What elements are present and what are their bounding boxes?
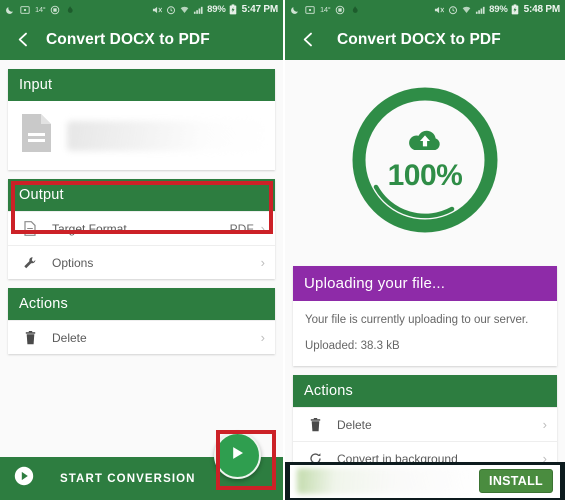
upload-status-body: Your file is currently uploading to our …	[293, 301, 557, 367]
start-conversion-fab[interactable]	[214, 432, 261, 479]
delete-label: Delete	[337, 417, 372, 432]
status-bar: 14°	[285, 0, 565, 19]
flame-icon	[65, 5, 75, 15]
alarm-icon	[166, 5, 176, 15]
progress-percent-label: 100%	[387, 158, 463, 192]
cloud-upload-icon	[407, 128, 443, 155]
back-arrow-icon[interactable]	[10, 27, 36, 53]
upload-status-card: Uploading your file... Your file is curr…	[293, 266, 557, 367]
chevron-right-icon: ›	[260, 221, 265, 236]
options-row[interactable]: Options ›	[8, 245, 275, 279]
status-bar-right-icons: 89% 5:47 PM	[152, 4, 278, 15]
app-bar: Convert DOCX to PDF	[285, 19, 565, 60]
input-file-row[interactable]	[8, 101, 275, 170]
ad-banner-blurred-content	[297, 468, 474, 494]
screenshot-icon	[305, 5, 315, 15]
ad-banner[interactable]: INSTALL	[285, 462, 565, 500]
alarm-icon	[448, 5, 458, 15]
screenshot-icon	[20, 5, 30, 15]
temperature-icon: 14°	[320, 5, 331, 14]
right-content: 100% Uploading your file... Your file is…	[285, 60, 565, 500]
mute-icon	[152, 5, 163, 15]
status-bar-left-icons: 14°	[5, 5, 75, 15]
options-label: Options	[52, 255, 94, 270]
moon-icon	[290, 5, 300, 15]
target-format-label: Target Format	[52, 221, 127, 236]
output-card-header: Output	[8, 179, 275, 211]
install-button[interactable]: INSTALL	[479, 469, 553, 493]
circle-e-icon	[335, 5, 345, 15]
progress-ring: 100%	[348, 83, 502, 237]
battery-icon	[229, 4, 237, 15]
trash-icon	[305, 417, 325, 432]
upload-status-message: Your file is currently uploading to our …	[305, 314, 529, 326]
delete-row[interactable]: Delete ›	[293, 407, 557, 442]
actions-card: Actions Delete › Convert in background ›	[293, 375, 557, 476]
status-bar-right-icons: 89% 5:48 PM	[434, 4, 560, 15]
temperature-icon: 14°	[35, 5, 46, 14]
dual-screenshot-comparison: 14° 89% 5:47 PM Convert DOCX to PDF Inpu…	[0, 0, 565, 500]
flame-icon	[350, 5, 360, 15]
input-filename-blurred	[67, 120, 263, 151]
chevron-right-icon: ›	[260, 330, 265, 345]
input-card: Input	[8, 69, 275, 170]
clock-label: 5:48 PM	[523, 4, 561, 15]
actions-card-header: Actions	[293, 375, 557, 408]
signal-icon	[193, 5, 204, 15]
mute-icon	[434, 5, 445, 15]
uploaded-size-label: Uploaded: 38.3 kB	[305, 339, 400, 352]
play-circle-icon	[14, 466, 34, 491]
wrench-icon	[20, 256, 40, 270]
actions-card: Actions Delete ›	[8, 288, 275, 354]
upload-progress-section: 100%	[285, 60, 565, 260]
upload-status-header: Uploading your file...	[293, 266, 557, 301]
back-arrow-icon[interactable]	[295, 27, 321, 53]
ad-banner-content[interactable]: INSTALL	[290, 464, 560, 498]
output-card: Output Target Format PDF › Options ›	[8, 179, 275, 279]
progress-ring-content: 100%	[348, 83, 502, 237]
chevron-right-icon: ›	[260, 255, 265, 270]
wifi-icon	[461, 5, 472, 15]
app-bar: Convert DOCX to PDF	[0, 19, 283, 60]
status-bar-left-icons: 14°	[290, 5, 360, 15]
trash-icon	[20, 330, 40, 345]
input-card-header: Input	[8, 69, 275, 101]
delete-row[interactable]: Delete ›	[8, 320, 275, 354]
target-format-row[interactable]: Target Format PDF ›	[8, 211, 275, 245]
target-format-value: PDF	[229, 221, 254, 236]
circle-e-icon	[50, 5, 60, 15]
chevron-right-icon: ›	[542, 417, 547, 433]
document-icon	[20, 113, 53, 158]
format-icon	[20, 221, 40, 236]
battery-percent-label: 89%	[207, 4, 226, 15]
start-conversion-label: START CONVERSION	[60, 472, 196, 485]
page-title: Convert DOCX to PDF	[46, 30, 210, 48]
play-icon	[229, 444, 246, 467]
moon-icon	[5, 5, 15, 15]
delete-label: Delete	[52, 330, 87, 345]
left-phone-screen: 14° 89% 5:47 PM Convert DOCX to PDF Inpu…	[0, 0, 283, 500]
wifi-icon	[179, 5, 190, 15]
right-phone-screen: 14° 89% 5:48 PM Convert DOCX to PDF 100%…	[283, 0, 565, 500]
page-title: Convert DOCX to PDF	[337, 30, 501, 48]
clock-label: 5:47 PM	[241, 4, 279, 15]
battery-icon	[511, 4, 519, 15]
battery-percent-label: 89%	[489, 4, 508, 15]
signal-icon	[475, 5, 486, 15]
status-bar: 14°	[0, 0, 283, 19]
actions-card-header: Actions	[8, 288, 275, 320]
